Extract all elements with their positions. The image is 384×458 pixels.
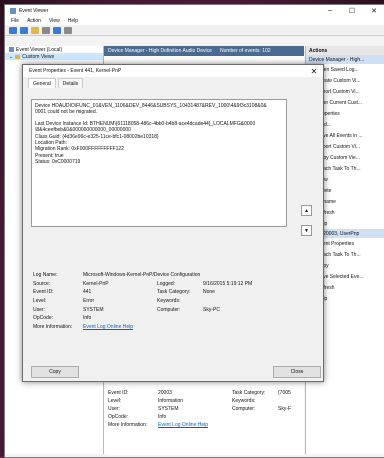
next-event-button[interactable]: ▼ [301,225,312,236]
lower-computer: Sky-F [278,406,292,412]
maximize-icon[interactable]: ☐ [341,7,363,15]
lower-level: Information [158,398,184,404]
event-details-panel: Event ID: 20003 Task Category: (7005 Lev… [108,389,304,455]
title-bar: Event Viewer – ☐ ✕ [5,5,384,16]
toolbar [5,25,384,36]
center-title: Device Manager - High Definition Audio D… [108,48,212,54]
event-description[interactable]: Device HDAUDIO\FUNC_01&VEN_1106&DEV_8446… [31,99,287,227]
tree-item-custom-views[interactable]: ⌄ Custom Views [5,53,103,60]
source-label: Source: [33,280,51,287]
dialog-title: Event Properties - Event 441, Kernel-PnP [29,68,122,74]
properties-icon[interactable] [42,26,50,34]
description-line: Status: 0xC0000719 [35,159,81,166]
chevron-down-icon[interactable]: ⌄ [9,54,13,60]
folder-icon [15,54,21,59]
event-id-label: Event ID: [33,289,54,296]
more-information-label: More Information: [33,323,73,330]
lower-keywords-label: Keywords: [232,398,256,404]
event-count: Number of events: 102 [219,48,271,54]
previous-event-button[interactable]: ▲ [301,205,312,216]
logged-label: Logged: [157,280,176,287]
actions-title: Actions [306,46,384,55]
minimize-icon[interactable]: – [319,7,341,15]
log-name-label: Log Name: [33,272,58,279]
user-value: SYSTEM [83,306,104,313]
event-fields: Log Name: Microsoft-Windows-Kernel-PnP/D… [33,271,319,331]
navigation-arrows: ▲ ▼ [301,205,312,245]
lower-level-label: Level: [108,398,122,404]
arrow-down-icon: ▼ [304,227,309,234]
lower-opcode-label: OpCode: [108,414,129,420]
event-log-online-help-link[interactable]: Event Log Online Help [83,324,133,330]
tree-item-event-viewer[interactable]: Event Viewer (Local) [5,46,103,53]
lower-task: (7005 [278,390,291,396]
close-icon[interactable]: ✕ [305,67,323,76]
log-name-value: Microsoft-Windows-Kernel-PnP/Device Conf… [83,272,201,279]
computer-label: Computer: [157,306,181,313]
folder-icon[interactable] [31,26,39,34]
actions-subheader-view[interactable]: Device Manager - High... [306,55,384,64]
menu-bar: File Action View Help [5,16,384,25]
copy-button[interactable]: Copy [31,366,79,378]
dialog-title-bar: Event Properties - Event 441, Kernel-PnP… [23,65,323,77]
close-icon[interactable]: ✕ [363,7,384,15]
task-category-label: Task Category: [157,289,191,296]
source-value: Kernel-PnP [83,280,109,287]
user-label: User: [33,306,45,313]
menu-file[interactable]: File [11,18,19,24]
close-button[interactable]: Close [273,366,321,378]
lower-event-id: 20003 [158,390,172,396]
lower-more-label: More Information: [108,422,148,428]
menu-help[interactable]: Help [68,18,78,24]
lower-more-link[interactable]: Event Log Online Help [158,422,208,428]
opcode-label: OpCode: [33,315,54,322]
lower-user-label: User: [108,406,120,412]
back-icon[interactable] [9,26,17,34]
lower-computer-label: Computer: [232,406,256,412]
lower-event-id-label: Event ID: [108,390,129,396]
dialog-tabs: General Details [23,77,323,88]
lower-opcode: Info [158,414,167,420]
keywords-label: Keywords: [157,298,181,305]
list-icon[interactable] [64,26,72,34]
center-header: Device Manager - High Definition Audio D… [104,46,304,56]
computer-value: Sky-PC [203,306,220,313]
level-value: Error [83,298,95,305]
tab-general[interactable]: General [28,78,56,88]
tab-details[interactable]: Details [57,78,84,88]
lower-task-label: Task Category: [232,390,266,396]
event-id-value: 441 [83,289,92,296]
event-viewer-icon [9,47,14,52]
task-category-value: None [203,289,215,296]
window-title: Event Viewer [19,7,49,14]
lower-user: SYSTEM [158,406,179,412]
menu-action[interactable]: Action [27,18,41,24]
arrow-up-icon: ▲ [304,207,309,214]
level-label: Level: [33,298,47,305]
logged-value: 9/16/2015 5:19:12 PM [203,280,253,287]
app-icon [10,7,16,14]
event-properties-dialog: Event Properties - Event 441, Kernel-PnP… [22,64,324,382]
forward-icon[interactable] [20,26,28,34]
opcode-value: Info [83,315,92,322]
menu-view[interactable]: View [49,18,60,24]
help-icon[interactable] [53,26,61,34]
